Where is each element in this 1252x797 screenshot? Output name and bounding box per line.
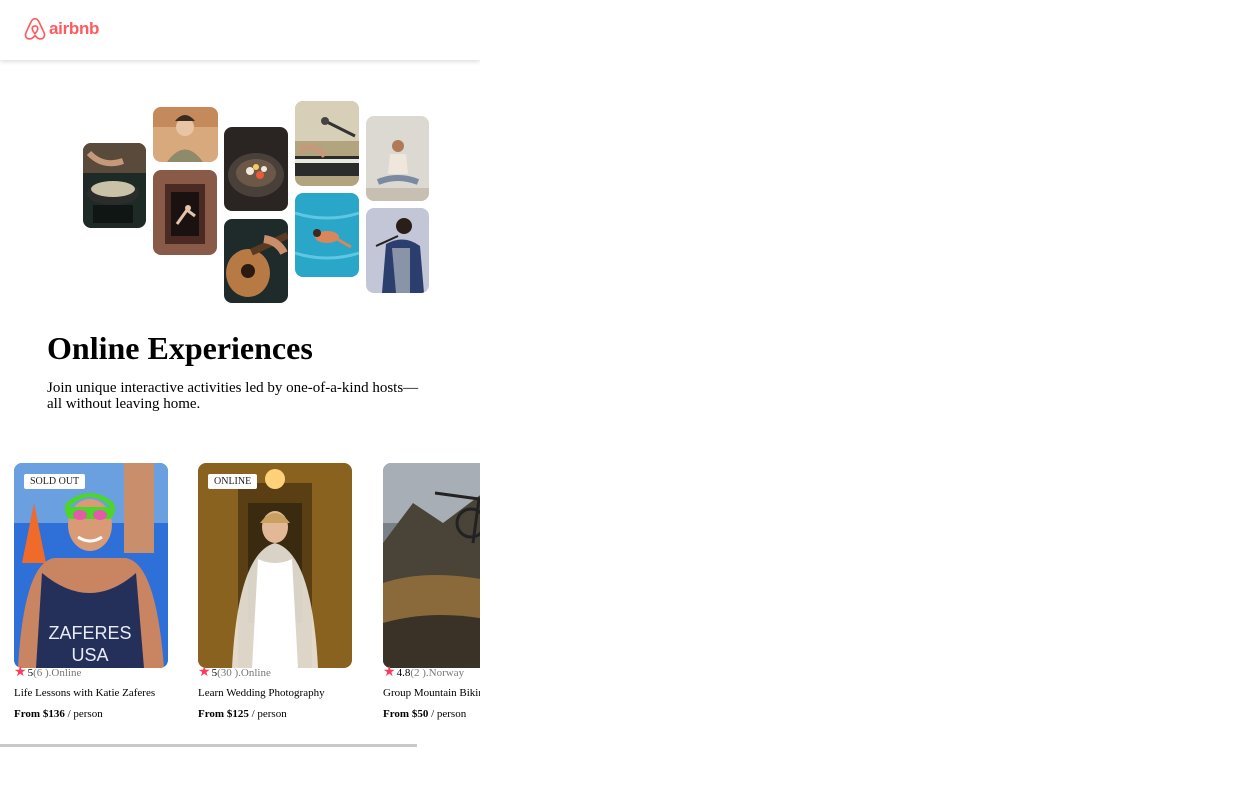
review-count: (6 ) [33,667,49,679]
logo-wordmark: airbnb [49,19,100,38]
experience-title[interactable]: Group Mountain Biking [383,687,480,699]
top-navbar: airbnb [0,0,480,60]
status-badge: SOLD OUT [24,474,86,489]
location-label: .Norway [425,667,465,679]
collage-photo-singer [366,208,429,293]
experience-card[interactable]: ONLINE ★ 5 (30 ) .Online Learn Wedding P… [198,463,352,733]
price-value: From $125 [198,708,249,720]
location-label: .Online [238,667,271,679]
price-value: From $50 [383,708,429,720]
svg-text:ZAFERES: ZAFERES [48,623,131,643]
airbnb-logo[interactable]: airbnb [24,17,99,41]
page-subtitle: Join unique interactive activities led b… [47,380,419,412]
collage-photo-yoga [366,116,429,201]
star-icon: ★ [198,665,211,680]
rating-row: ★ 5 (30 ) .Online [198,665,271,680]
review-count: (30 ) [217,667,239,679]
price-unit: / person [248,708,287,720]
rating-row: ★ 4.8 (2 ) .Norway [383,665,465,680]
price-line: From $125 / person [198,708,287,720]
collage-photo-guitar [224,219,288,303]
experience-card[interactable]: ZAFERES USA SOLD OUT ★ 5 (6 ) .Online Li… [14,463,168,733]
rating-row: ★ 5 (6 ) .Online [14,665,82,680]
experience-title[interactable]: Life Lessons with Katie Zaferes [14,687,155,699]
experience-carousel[interactable]: ZAFERES USA SOLD OUT ★ 5 (6 ) .Online Li… [14,463,480,733]
page-title: Online Experiences [47,330,313,366]
experience-card-image[interactable]: ONLINE [198,463,352,668]
experience-card-image[interactable]: ZAFERES USA SOLD OUT [14,463,168,668]
price-line: From $136 / person [14,708,103,720]
status-badge: ONLINE [208,474,258,489]
collage-photo-microphone [295,101,359,186]
collage-photo-dancer [153,170,217,255]
carousel-scrollbar[interactable] [0,744,417,747]
collage-photo-food-bowl [224,127,288,211]
svg-text:USA: USA [71,645,108,665]
collage-photo-woman [153,107,218,162]
rating-value: 4.8 [396,667,411,679]
collage-photo-cooking [83,143,146,228]
price-value: From $136 [14,708,65,720]
price-unit: / person [64,708,103,720]
app-viewport: airbnb Online Experiences Join unique in… [0,0,480,797]
experience-title[interactable]: Learn Wedding Photography [198,687,325,699]
star-icon: ★ [14,665,27,680]
location-label: .Online [48,667,82,679]
review-count: (2 ) [410,667,426,679]
collage-photo-swimmer [295,193,359,277]
airbnb-belo-icon [24,17,46,40]
price-line: From $50 / person [383,708,466,720]
experience-card-image[interactable] [383,463,480,668]
experience-card[interactable]: ★ 4.8 (2 ) .Norway Group Mountain Biking… [383,463,480,733]
price-unit: / person [428,708,467,720]
star-icon: ★ [383,665,396,680]
